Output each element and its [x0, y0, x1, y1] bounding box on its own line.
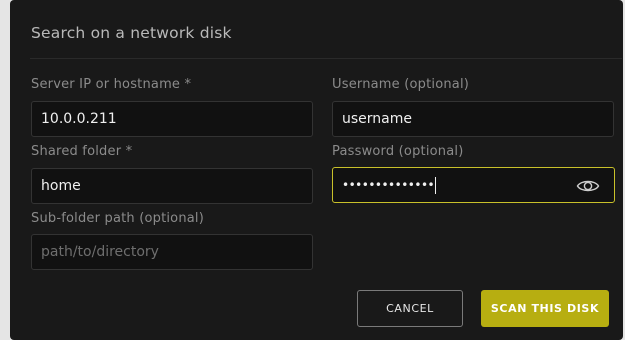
scan-disk-button[interactable]: SCAN THIS DISK [481, 290, 609, 327]
dialog-title: Search on a network disk [31, 24, 232, 42]
title-divider [30, 58, 622, 59]
password-field[interactable]: •••••••••••••• [332, 167, 615, 203]
password-masked-value: •••••••••••••• [342, 178, 435, 192]
text-caret [435, 177, 437, 194]
shared-folder-input[interactable] [32, 169, 312, 203]
server-input[interactable] [32, 102, 312, 136]
username-field-label: Username (optional) [332, 77, 470, 92]
server-field [31, 101, 313, 137]
password-field-label: Password (optional) [332, 144, 464, 159]
username-input[interactable] [333, 102, 613, 136]
subfolder-field-label: Sub-folder path (optional) [31, 211, 205, 226]
network-disk-dialog: Search on a network disk Server IP or ho… [10, 0, 623, 340]
password-input[interactable]: •••••••••••••• [342, 177, 437, 194]
username-field [332, 101, 614, 137]
shared-folder-field [31, 168, 313, 204]
eye-icon[interactable] [576, 177, 600, 195]
subfolder-input[interactable] [32, 235, 312, 269]
server-field-label: Server IP or hostname * [31, 77, 192, 92]
subfolder-field [31, 234, 313, 270]
cancel-button[interactable]: CANCEL [357, 290, 463, 327]
shared-folder-field-label: Shared folder * [31, 144, 133, 159]
